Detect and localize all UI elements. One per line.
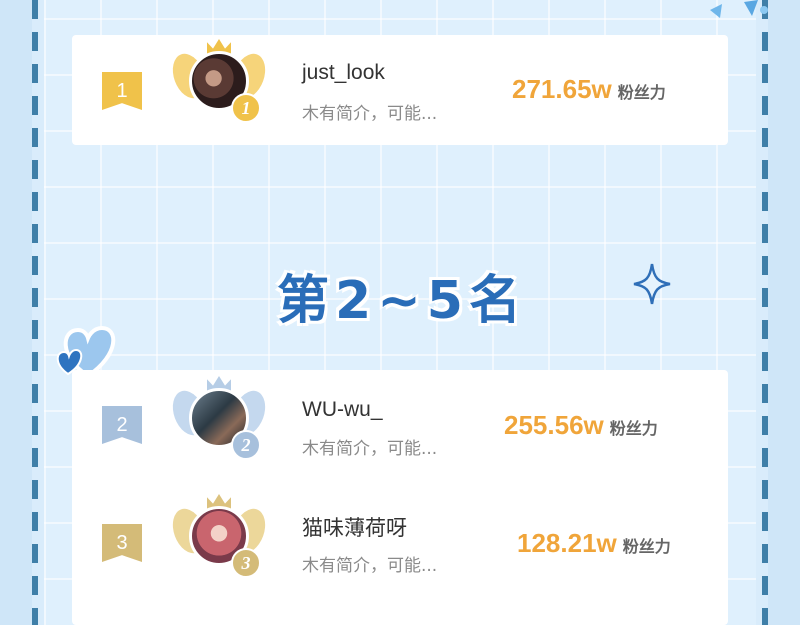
list-item[interactable]: 3 3 猫味薄荷呀 木有简介，可能... 128.21w 粉丝力: [72, 488, 728, 598]
user-name[interactable]: WU-wu_: [302, 398, 383, 422]
left-dashed-border: [32, 0, 38, 625]
medal-badge-icon: 3: [231, 548, 261, 578]
section-title: 第2~5名: [277, 271, 527, 331]
avatar-frame-silver[interactable]: 2: [167, 376, 271, 470]
user-name[interactable]: 猫味薄荷呀: [302, 512, 407, 542]
fans-label: 粉丝力: [622, 537, 671, 556]
medal-badge-icon: 1: [231, 93, 261, 123]
rank-list-card: 2 2 WU-wu_ 木有简介，可能... 255.56w 粉丝力 3 3 猫味…: [72, 370, 728, 625]
fans-value: 271.65w: [512, 74, 612, 104]
avatar-frame-bronze[interactable]: 3: [167, 494, 271, 588]
rank-number: 2: [116, 413, 128, 436]
list-item[interactable]: 2 2 WU-wu_ 木有简介，可能... 255.56w 粉丝力: [72, 370, 728, 480]
user-bio: 木有简介，可能...: [302, 104, 438, 124]
user-name[interactable]: just_look: [302, 61, 385, 85]
right-dashed-border: [762, 0, 768, 625]
fans-label: 粉丝力: [609, 419, 658, 438]
butterfly-icon: [710, 0, 768, 18]
fans-label: 粉丝力: [617, 83, 666, 102]
left-border-strip: [0, 0, 32, 625]
rank-badge-1: 1: [102, 72, 142, 110]
fans-power: 255.56w 粉丝力: [504, 410, 658, 441]
avatar-frame-gold[interactable]: 1: [167, 39, 271, 133]
sparkle-icon: [633, 263, 671, 305]
fans-power: 128.21w 粉丝力: [517, 528, 671, 559]
fans-power: 271.65w 粉丝力: [512, 74, 666, 105]
fans-value: 255.56w: [504, 410, 604, 440]
medal-badge-icon: 2: [231, 430, 261, 460]
user-bio: 木有简介，可能...: [302, 439, 438, 459]
rank-number: 1: [116, 79, 128, 102]
fans-value: 128.21w: [517, 528, 617, 558]
user-bio: 木有简介，可能...: [302, 556, 438, 576]
rank-1-card[interactable]: 1 1 just_look 木有简介，可能... 271.65w 粉丝力: [72, 35, 728, 145]
rank-badge-2: 2: [102, 406, 142, 444]
rank-badge-3: 3: [102, 524, 142, 562]
right-border-strip: [768, 0, 800, 625]
rank-number: 3: [116, 531, 128, 554]
